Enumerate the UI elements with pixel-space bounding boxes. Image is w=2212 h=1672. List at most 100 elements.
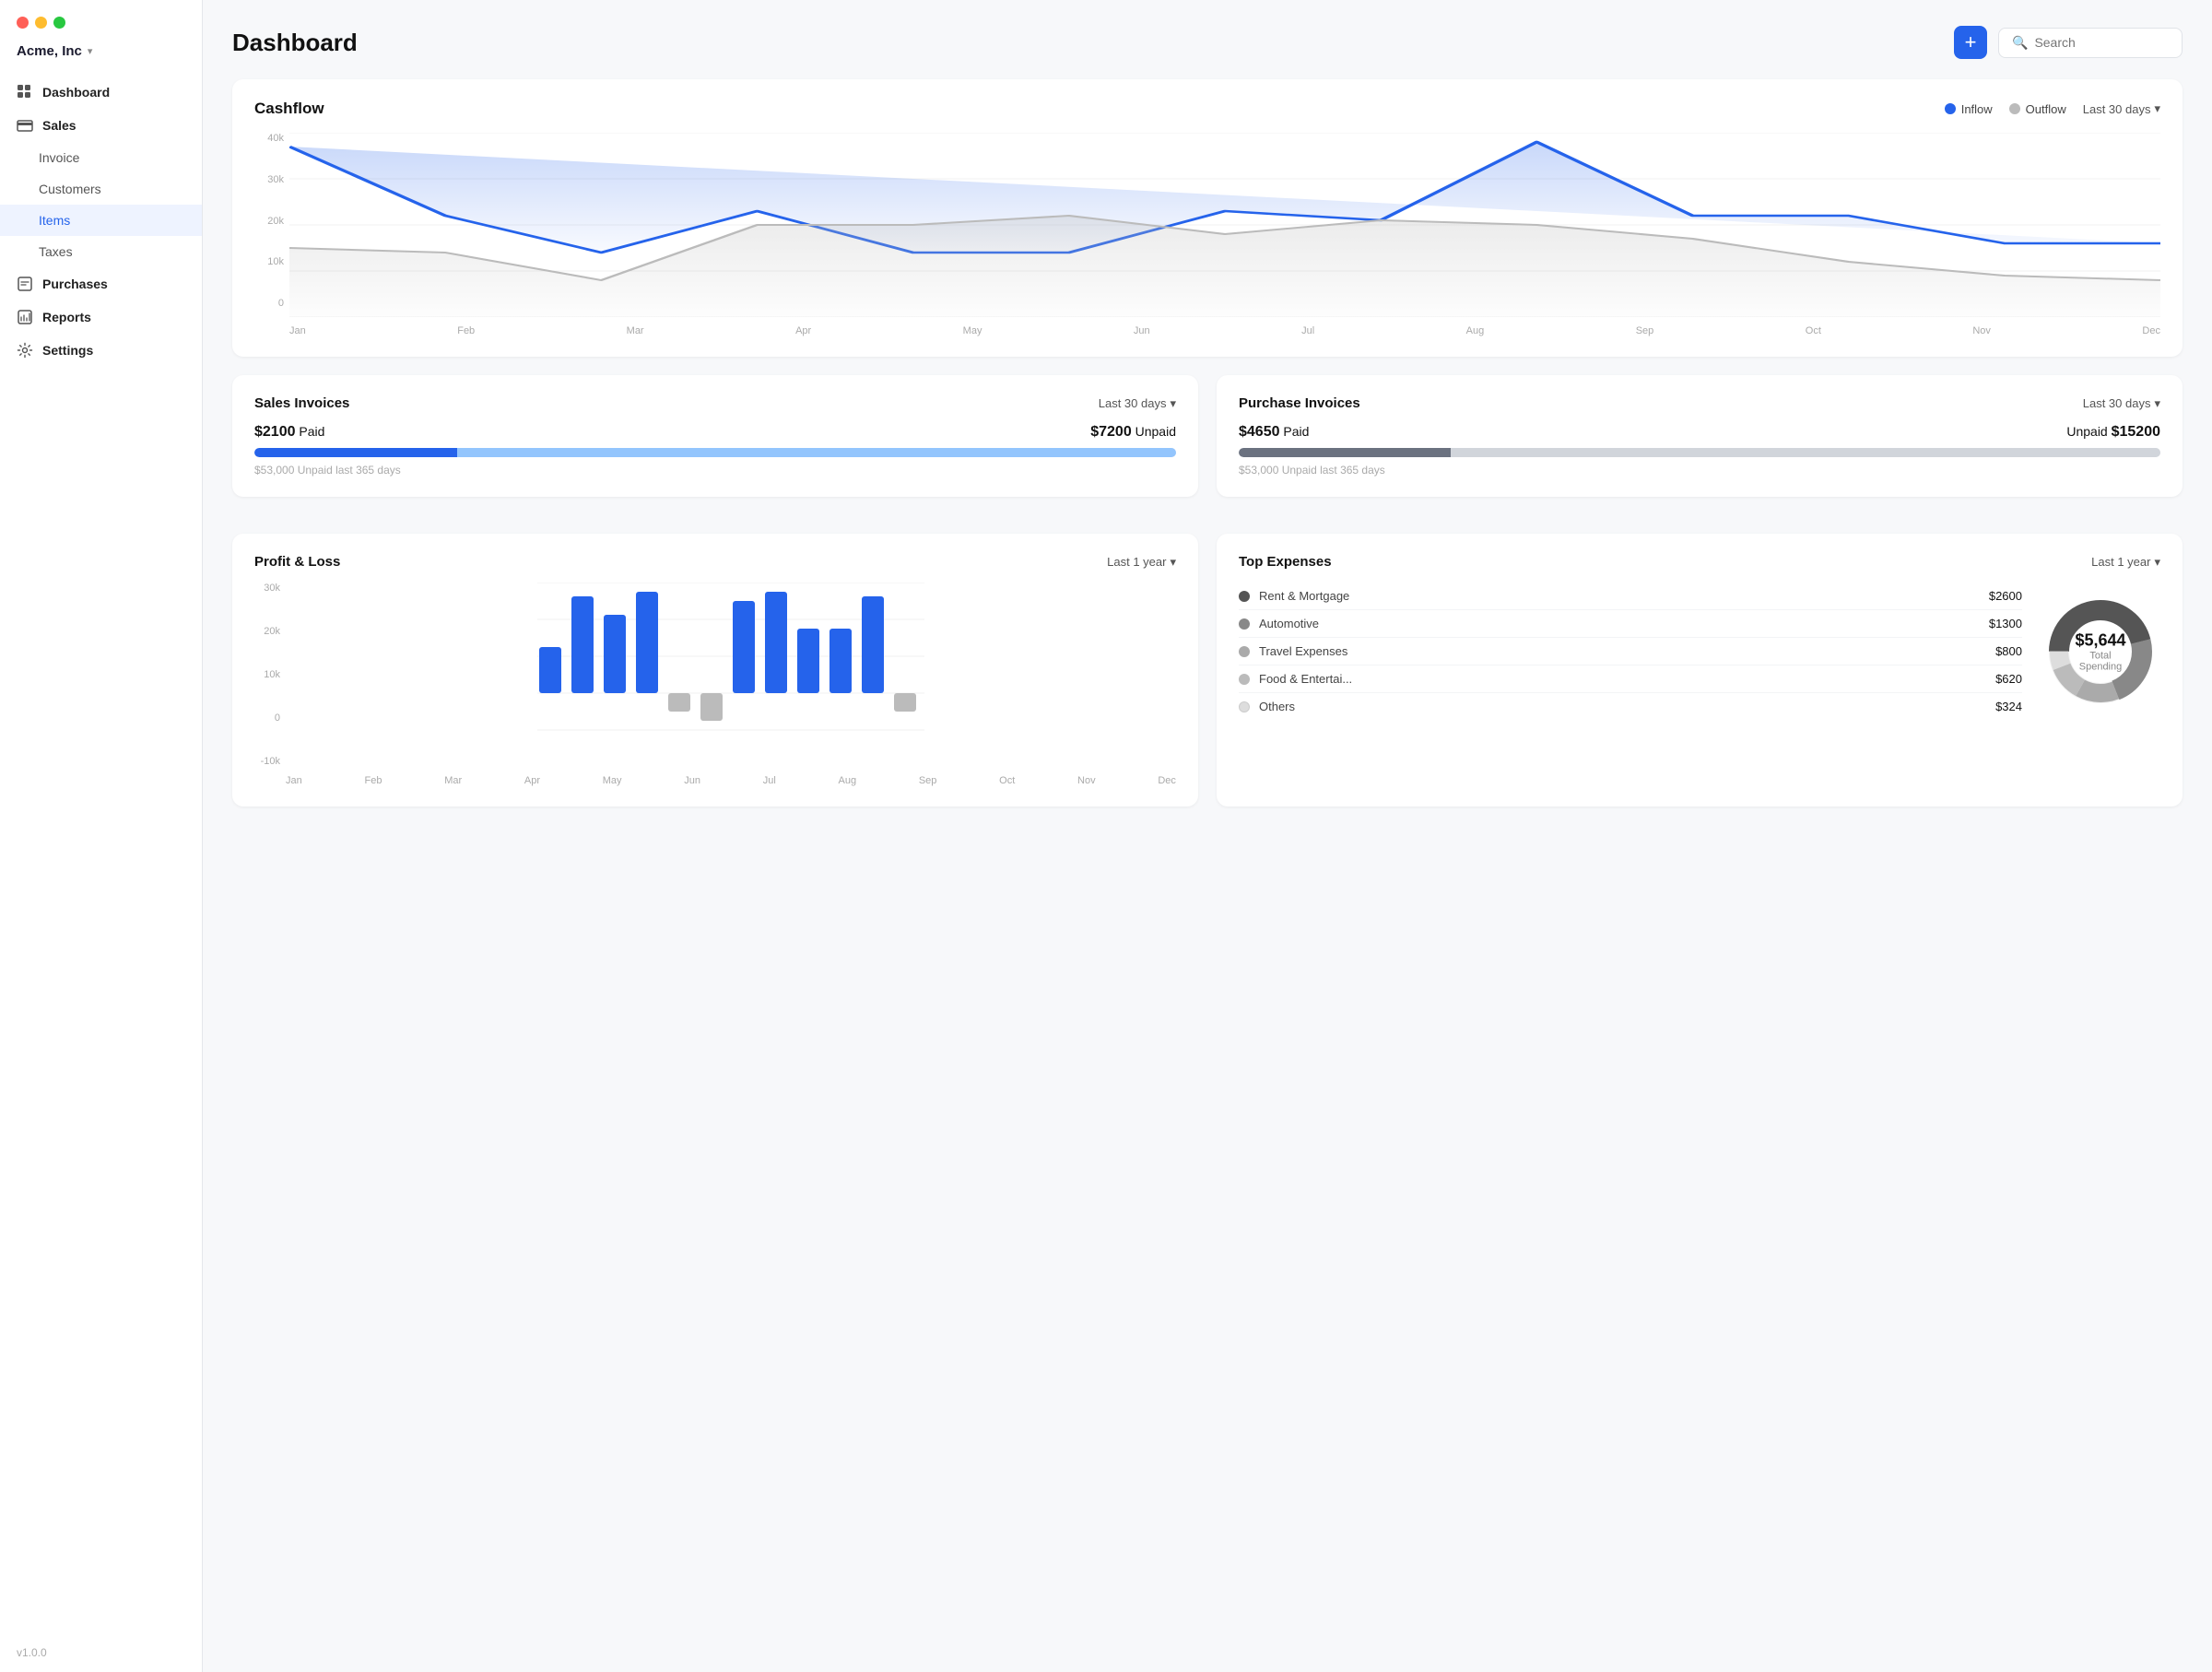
sidebar-item-dashboard[interactable]: Dashboard: [0, 76, 202, 109]
pl-bar-oct: [830, 629, 852, 693]
outflow-dot: [2009, 103, 2020, 114]
pl-bar-mar: [604, 615, 626, 693]
expense-dot-rent: [1239, 591, 1250, 602]
sidebar-settings-label: Settings: [42, 343, 93, 358]
sales-inv-period-selector[interactable]: Last 30 days ▾: [1099, 396, 1176, 411]
purchase-inv-amounts: $4650 Paid Unpaid $15200: [1239, 424, 2160, 441]
sales-inv-period: Last 30 days: [1099, 396, 1167, 410]
sidebar-item-items[interactable]: Items: [0, 205, 202, 236]
sidebar-item-customers[interactable]: Customers: [0, 173, 202, 205]
company-name: Acme, Inc: [17, 43, 82, 59]
purchase-invoices-card: Purchase Invoices Last 30 days ▾ $4650 P…: [1217, 375, 2183, 497]
pl-x-labels: Jan Feb Mar Apr May Jun Jul Aug Sep Oct …: [286, 775, 1176, 786]
expense-row-rent: Rent & Mortgage $2600: [1239, 583, 2022, 610]
pl-bar-sep: [797, 629, 819, 693]
chevron-down-icon: ▾: [88, 45, 93, 57]
purchase-inv-period-selector[interactable]: Last 30 days ▾: [2083, 396, 2160, 411]
pl-period: Last 1 year: [1107, 555, 1166, 569]
purchase-inv-bar: [1239, 448, 2160, 457]
expense-amt-others: $324: [1995, 700, 2022, 713]
reports-icon: [17, 309, 33, 325]
search-input[interactable]: [2034, 35, 2169, 50]
sidebar-item-settings[interactable]: Settings: [0, 334, 202, 367]
sales-unpaid-amount: $7200: [1090, 424, 1132, 440]
purchases-icon: [17, 276, 33, 292]
search-box: 🔍: [1998, 28, 2183, 58]
donut-center: $5,644 Total Spending: [2071, 630, 2131, 672]
top-expenses-title: Top Expenses: [1239, 554, 1332, 570]
pl-bar-nov: [862, 596, 884, 693]
pl-bar-jan: [539, 647, 561, 693]
pl-bar-jul: [733, 601, 755, 693]
sales-inv-amounts: $2100 Paid $7200 Unpaid: [254, 424, 1176, 441]
sidebar-customers-label: Customers: [39, 182, 101, 196]
top-expenses-period-selector[interactable]: Last 1 year ▾: [2091, 555, 2160, 570]
sales-inv-unpaid: $7200 Unpaid: [1090, 424, 1176, 441]
top-expenses-card: Top Expenses Last 1 year ▾ Rent & Mortga…: [1217, 534, 2183, 807]
pl-bar-dec: [894, 693, 916, 712]
purchase-unpaid-label: Unpaid: [2066, 424, 2107, 439]
sidebar-dashboard-label: Dashboard: [42, 85, 110, 100]
purchase-inv-note: $53,000 Unpaid last 365 days: [1239, 464, 2160, 477]
search-icon: 🔍: [2012, 35, 2028, 51]
top-expenses-chevron: ▾: [2154, 555, 2160, 570]
purchase-paid-amount: $4650: [1239, 424, 1280, 440]
expense-row-others: Others $324: [1239, 693, 2022, 720]
cashflow-card: Cashflow Inflow Outflow Last 30 days ▾ 4…: [232, 79, 2183, 357]
pl-bar-may: [668, 693, 690, 712]
sales-inv-paid: $2100 Paid: [254, 424, 324, 441]
sidebar-item-invoice[interactable]: Invoice: [0, 142, 202, 173]
cashflow-period-chevron: ▾: [2154, 101, 2160, 116]
expense-left-food: Food & Entertai...: [1239, 672, 1352, 686]
traffic-light-green[interactable]: [53, 17, 65, 29]
company-selector[interactable]: Acme, Inc ▾: [0, 38, 202, 72]
expenses-list: Rent & Mortgage $2600 Automotive $1300: [1239, 583, 2022, 720]
sidebar-reports-label: Reports: [42, 310, 91, 324]
cashflow-header: Cashflow Inflow Outflow Last 30 days ▾: [254, 100, 2160, 118]
sidebar-nav: Dashboard Sales Invoice Customers Items …: [0, 72, 202, 1633]
pl-bar-apr: [636, 592, 658, 693]
pl-bar-jun: [700, 693, 723, 721]
expense-amt-travel: $800: [1995, 644, 2022, 658]
top-expenses-period: Last 1 year: [2091, 555, 2150, 569]
sidebar-purchases-label: Purchases: [42, 277, 108, 291]
app-version: v1.0.0: [0, 1633, 202, 1672]
add-button[interactable]: +: [1954, 26, 1987, 59]
expense-row-travel: Travel Expenses $800: [1239, 638, 2022, 665]
cashflow-svg: [289, 133, 2160, 317]
sidebar-item-reports[interactable]: Reports: [0, 300, 202, 334]
purchase-inv-bar-unpaid: [1451, 448, 2160, 457]
sales-paid-label: Paid: [299, 424, 324, 439]
cashflow-legend: Inflow Outflow Last 30 days ▾: [1945, 101, 2160, 116]
expense-name-auto: Automotive: [1259, 617, 1319, 630]
expense-row-food: Food & Entertai... $620: [1239, 665, 2022, 693]
invoices-row: Sales Invoices Last 30 days ▾ $2100 Paid…: [232, 375, 2183, 515]
sales-inv-bar-unpaid: [457, 448, 1176, 457]
outflow-label: Outflow: [2026, 102, 2066, 116]
donut-chart-wrap: $5,644 Total Spending: [2041, 592, 2160, 712]
settings-icon: [17, 342, 33, 359]
expense-name-rent: Rent & Mortgage: [1259, 589, 1349, 603]
sidebar-items-label: Items: [39, 213, 70, 228]
sales-invoices-card: Sales Invoices Last 30 days ▾ $2100 Paid…: [232, 375, 1198, 497]
sidebar-item-sales[interactable]: Sales: [0, 109, 202, 142]
sidebar-item-taxes[interactable]: Taxes: [0, 236, 202, 267]
sales-inv-bar-paid: [254, 448, 457, 457]
cashflow-x-labels: Jan Feb Mar Apr May Jun Jul Aug Sep Oct …: [289, 325, 2160, 336]
purchase-inv-bar-paid: [1239, 448, 1451, 457]
pl-chart-container: 30k 20k 10k 0 -10k: [254, 583, 1176, 786]
purchase-paid-label: Paid: [1283, 424, 1309, 439]
sidebar-item-purchases[interactable]: Purchases: [0, 267, 202, 300]
cashflow-period-selector[interactable]: Last 30 days ▾: [2083, 101, 2160, 116]
inflow-dot: [1945, 103, 1956, 114]
traffic-light-red[interactable]: [17, 17, 29, 29]
cashflow-title: Cashflow: [254, 100, 324, 118]
sidebar-sales-label: Sales: [42, 118, 76, 133]
purchase-inv-header: Purchase Invoices Last 30 days ▾: [1239, 395, 2160, 411]
page-header: Dashboard + 🔍: [232, 26, 2183, 59]
traffic-light-yellow[interactable]: [35, 17, 47, 29]
expense-dot-auto: [1239, 618, 1250, 630]
profit-loss-card: Profit & Loss Last 1 year ▾ 30k 20k 10k …: [232, 534, 1198, 807]
pl-period-selector[interactable]: Last 1 year ▾: [1107, 555, 1176, 570]
expense-amt-rent: $2600: [1989, 589, 2022, 603]
